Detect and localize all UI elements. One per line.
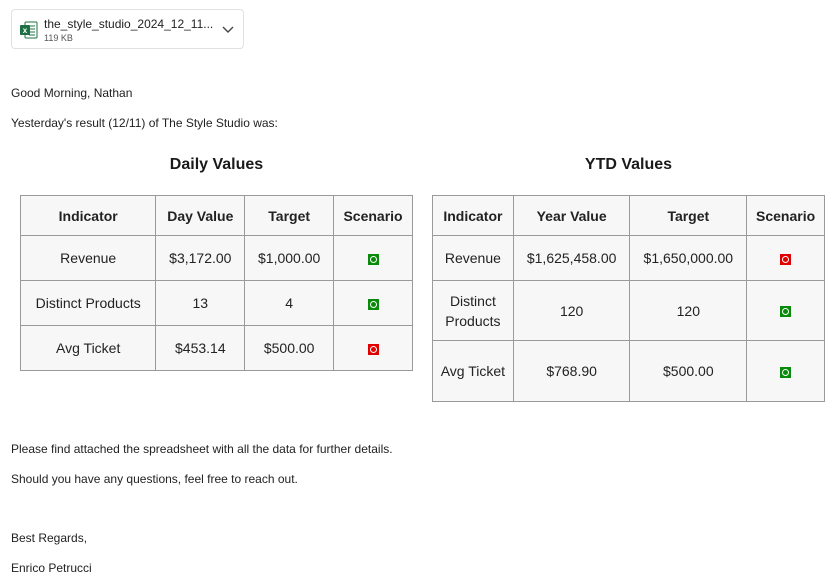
target-cell: $500.00 bbox=[629, 340, 748, 402]
svg-text:x: x bbox=[23, 26, 28, 35]
attachment-file-size: 119 KB bbox=[44, 33, 73, 43]
table-row: Distinct Products 13 4 bbox=[19, 280, 413, 326]
indicator-cell: Avg Ticket bbox=[19, 325, 157, 371]
chevron-down-icon[interactable] bbox=[219, 20, 237, 38]
target-cell: 120 bbox=[629, 280, 748, 341]
scenario-cell bbox=[333, 235, 413, 281]
closing-text: Best Regards, bbox=[11, 531, 88, 545]
table-header-row: Indicator Day Value Target Scenario bbox=[19, 195, 413, 236]
table-row: Avg Ticket $453.14 $500.00 bbox=[19, 325, 413, 371]
scenario-cell bbox=[333, 280, 413, 326]
excel-file-icon: x bbox=[20, 21, 38, 39]
column-header: Day Value bbox=[155, 195, 246, 236]
indicator-cell: Distinct Products bbox=[432, 280, 514, 341]
value-cell: $768.90 bbox=[512, 340, 631, 402]
indicator-cell: Revenue bbox=[19, 235, 157, 281]
target-cell: $1,000.00 bbox=[244, 235, 335, 281]
target-cell: $1,650,000.00 bbox=[629, 235, 748, 281]
target-cell: 4 bbox=[244, 280, 335, 326]
signature-text: Enrico Petrucci bbox=[11, 561, 92, 575]
greeting-text: Good Morning, Nathan bbox=[11, 86, 133, 100]
table-row: Distinct Products 120 120 bbox=[432, 280, 825, 341]
attachment-card[interactable]: x the_style_studio_2024_12_11... 119 KB bbox=[11, 9, 244, 49]
body-text-attached: Please find attached the spreadsheet wit… bbox=[11, 442, 393, 456]
column-header: Target bbox=[629, 195, 748, 236]
column-header: Target bbox=[244, 195, 335, 236]
daily-values-table: Indicator Day Value Target Scenario Reve… bbox=[19, 195, 413, 371]
table-header-row: Indicator Year Value Target Scenario bbox=[432, 195, 825, 236]
scenario-indicator-icon bbox=[367, 298, 379, 310]
indicator-cell: Avg Ticket bbox=[432, 340, 514, 402]
value-cell: 120 bbox=[512, 280, 631, 341]
daily-values-title: Daily Values bbox=[169, 156, 264, 173]
intro-text: Yesterday's result (12/11) of The Style … bbox=[11, 116, 278, 130]
scenario-cell bbox=[333, 325, 413, 371]
table-row: Revenue $1,625,458.00 $1,650,000.00 bbox=[432, 235, 825, 281]
ytd-values-title: YTD Values bbox=[584, 156, 673, 173]
scenario-cell bbox=[746, 340, 825, 402]
table-row: Revenue $3,172.00 $1,000.00 bbox=[19, 235, 413, 281]
value-cell: $453.14 bbox=[155, 325, 246, 371]
scenario-indicator-icon bbox=[367, 253, 379, 265]
column-header: Indicator bbox=[19, 195, 157, 236]
value-cell: $3,172.00 bbox=[155, 235, 246, 281]
scenario-indicator-icon bbox=[780, 306, 792, 318]
scenario-cell bbox=[746, 235, 825, 281]
scenario-cell bbox=[746, 280, 825, 341]
indicator-cell: Distinct Products bbox=[19, 280, 157, 326]
body-text-questions: Should you have any questions, feel free… bbox=[11, 472, 298, 486]
column-header: Scenario bbox=[333, 195, 413, 236]
column-header: Indicator bbox=[432, 195, 514, 236]
scenario-indicator-icon bbox=[780, 253, 792, 265]
column-header: Year Value bbox=[512, 195, 631, 236]
column-header: Scenario bbox=[746, 195, 825, 236]
table-row: Avg Ticket $768.90 $500.00 bbox=[432, 340, 825, 402]
indicator-cell: Revenue bbox=[432, 235, 514, 281]
ytd-values-table: Indicator Year Value Target Scenario Rev… bbox=[432, 195, 825, 402]
scenario-indicator-icon bbox=[780, 366, 792, 378]
attachment-file-name: the_style_studio_2024_12_11... bbox=[44, 17, 214, 31]
value-cell: $1,625,458.00 bbox=[512, 235, 631, 281]
scenario-indicator-icon bbox=[367, 343, 379, 355]
value-cell: 13 bbox=[155, 280, 246, 326]
target-cell: $500.00 bbox=[244, 325, 335, 371]
